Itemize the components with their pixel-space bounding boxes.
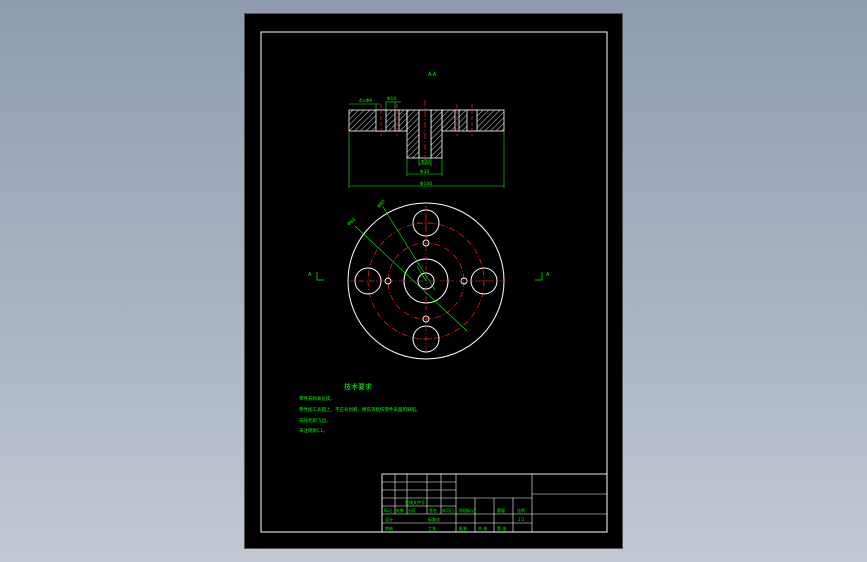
notes-line-4: 未注倒角C1。 [299,427,328,434]
tb-process: 工艺 [428,526,436,531]
tb-review: 审核 [385,525,393,531]
dim-hub: Φ30 [420,169,429,175]
tb-standard: 标准化 [428,516,440,522]
tb-date: 年月日 [442,507,454,513]
view-marker-left: A [308,272,312,278]
tb-stage: 阶段标记 [459,507,475,513]
dim-overall-diameter: Φ100 [420,181,432,187]
dim-bolt-holes: 4×Φ9 [359,98,372,104]
tb-weight: 重量 [497,507,505,513]
dim-small-hole: Φ10 [387,96,396,102]
tb-mark: 标记 [384,507,392,513]
dim-bore: Φ20 [421,159,430,165]
tb-total-sheets: 共 张 [478,525,487,531]
tb-zone: 分区 [408,507,416,513]
tb-design: 设计 [385,516,393,522]
cad-drawing: A-A 4×Φ9 Φ10 Φ20 Φ30 Φ100 Φ60 Φ80 A A 技术… [260,31,608,533]
notes-heading: 技术要求 [344,382,372,391]
notes-line-1: 零件去除氧化皮。 [299,395,335,402]
leader-label-1: Φ60 [346,217,357,228]
tb-approve: 批准 [459,525,467,531]
section-view: 4×Φ9 Φ10 Φ20 Φ30 Φ100 [348,96,505,188]
leader-label-2: Φ80 [376,199,387,210]
tb-sheet-no: 第 张 [497,525,506,531]
tb-scale: 比例 [517,507,525,513]
tb-count: 处数 [396,507,404,513]
view-marker-right: A [546,272,550,278]
notes-line-2: 零件加工表面上，不应有划痕、擦伤等损伤零件表面的缺陷。 [299,406,421,413]
plan-view: Φ60 Φ80 A A [308,199,550,360]
title-block: 标记 处数 分区 更改文件号 签名 年月日 设计 标准化 阶段标记 重量 比例 … [381,473,608,533]
hub-left-hatch [406,109,420,159]
section-markers [316,272,543,281]
drawing-sheet: A-A 4×Φ9 Φ10 Φ20 Φ30 Φ100 Φ60 Φ80 A A 技术… [244,13,623,549]
technical-notes: 技术要求 零件去除氧化皮。 零件加工表面上，不应有划痕、擦伤等损伤零件表面的缺陷… [299,382,421,434]
section-label: A-A [428,72,437,78]
notes-line-3: 去除毛刺飞边。 [299,417,331,424]
tb-scale-value: 1:1 [518,517,525,522]
hub-right-hatch [430,109,443,159]
tb-change-doc: 更改文件号 [405,499,425,505]
tb-sign: 签名 [429,507,437,513]
